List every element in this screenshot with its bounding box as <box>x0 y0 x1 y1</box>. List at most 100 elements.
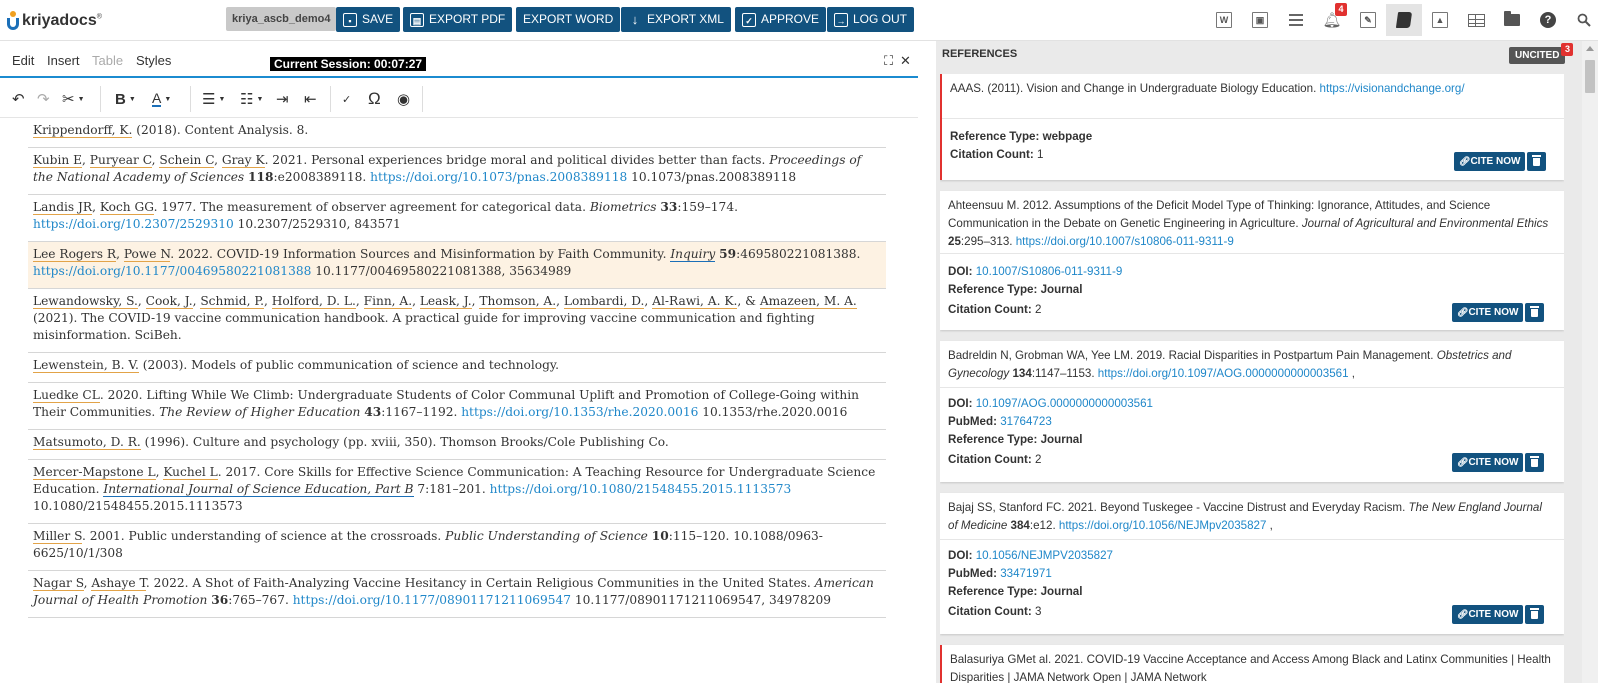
reference-card[interactable]: Badreldin N, Grobman WA, Yee LM. 2019. R… <box>940 341 1564 482</box>
menu-edit[interactable]: Edit <box>12 53 34 68</box>
card-doi: DOI: 10.1007/S10806-011-9311-9 <box>948 263 1122 281</box>
reference-entry[interactable]: Nagar S, Ashaye T. 2022. A Shot of Faith… <box>28 571 886 618</box>
menu-styles[interactable]: Styles <box>136 53 171 68</box>
references-scrollbar[interactable] <box>1582 41 1598 683</box>
doi-link[interactable]: https://doi.org/10.1007/s10806-011-9311-… <box>1016 235 1234 248</box>
bold-icon[interactable]: B ▼ <box>115 89 136 109</box>
doi-link[interactable]: https://doi.org/10.1056/NEJMpv2035827 <box>1059 519 1267 532</box>
card-reference-type-label: Reference Type: <box>948 433 1038 446</box>
close-icon[interactable]: ✕ <box>900 53 911 69</box>
reference-entry[interactable]: Mercer-Mapstone L, Kuchel L. 2017. Core … <box>28 460 886 524</box>
citation-text: 10.1353/rhe.2020.0016 <box>698 405 848 419</box>
indent-icon[interactable]: ⇥ <box>276 89 289 109</box>
help-icon[interactable]: ? <box>1530 8 1566 32</box>
card-citation-count: Citation Count: 1 <box>950 146 1043 164</box>
card-citation-count: Citation Count: 2 <box>948 451 1041 469</box>
doi-link[interactable]: https://doi.org/10.2307/2529310 <box>33 217 234 231</box>
scrollbar-thumb[interactable] <box>1585 60 1595 93</box>
font-color-icon[interactable]: A ▼ <box>152 89 171 109</box>
author-name: Cook, J. <box>145 294 193 309</box>
cite-now-label: CITE NOW <box>1468 609 1519 620</box>
preview-eye-icon[interactable]: ◉ <box>397 89 410 109</box>
special-character-icon[interactable]: Ω <box>368 89 381 109</box>
references-book-icon[interactable] <box>1386 4 1422 36</box>
card-pubmed-value[interactable]: 33471971 <box>1000 567 1052 580</box>
reference-cards-list: AAAS. (2011). Vision and Change in Under… <box>940 74 1564 683</box>
reference-entry[interactable]: Lee Rogers R, Powe N. 2022. COVID-19 Inf… <box>28 242 886 289</box>
author-name: Landis JR <box>33 200 93 215</box>
doi-link[interactable]: https://doi.org/10.1073/pnas.2008389118 <box>370 170 627 184</box>
outdent-icon[interactable]: ⇤ <box>304 89 317 109</box>
citation-text: . 2001. Public understanding of science … <box>82 529 446 543</box>
cut-icon[interactable]: ✂ ▼ <box>62 89 85 109</box>
kriyadocs-logo[interactable]: kriyadocs® <box>6 10 102 32</box>
fullscreen-icon[interactable]: ⛶ <box>884 53 893 69</box>
delete-reference-button[interactable] <box>1525 303 1544 322</box>
bullet-list-icon[interactable]: ☰ ▼ <box>202 89 225 109</box>
redo-icon[interactable]: ↷ <box>37 89 50 109</box>
uncited-filter-button[interactable]: UNCITED 3 <box>1509 43 1574 64</box>
search-icon[interactable] <box>1566 8 1598 32</box>
logout-button[interactable]: → LOG OUT <box>827 7 915 32</box>
reference-entry[interactable]: Matsumoto, D. R. (1996). Culture and psy… <box>28 430 886 460</box>
doi-link[interactable]: https://doi.org/10.1097/AOG.000000000000… <box>1098 367 1349 380</box>
doi-link[interactable]: https://doi.org/10.1353/rhe.2020.0016 <box>461 405 698 419</box>
save-icon: ▪ <box>343 12 357 27</box>
delete-reference-button[interactable] <box>1527 152 1546 171</box>
undo-icon[interactable]: ↶ <box>12 89 25 109</box>
reference-entry[interactable]: Miller S. 2001. Public understanding of … <box>28 524 886 571</box>
citation-text: , <box>137 294 146 308</box>
spellcheck-icon[interactable]: ✓ <box>342 89 351 109</box>
reference-entry[interactable]: Lewandowsky, S., Cook, J., Schmid, P., H… <box>28 289 886 353</box>
card-citation-count: Citation Count: 3 <box>948 603 1041 621</box>
delete-reference-button[interactable] <box>1525 605 1544 624</box>
reference-card[interactable]: Ahteensuu M. 2012. Assumptions of the De… <box>940 191 1564 330</box>
doi-link[interactable]: https://doi.org/10.1177/0046958022108138… <box>33 264 311 278</box>
card-reference-type-value: webpage <box>1042 130 1093 143</box>
card-doi-value[interactable]: 10.1056/NEJMPV2035827 <box>976 549 1113 562</box>
doi-link[interactable]: https://visionandchange.org/ <box>1320 82 1465 95</box>
edit-notes-icon[interactable]: ✎ <box>1350 8 1386 32</box>
uncited-label: UNCITED <box>1515 50 1560 61</box>
word-doc-icon[interactable]: W <box>1206 8 1242 32</box>
delete-reference-button[interactable] <box>1525 453 1544 472</box>
cite-now-button[interactable]: 🔗︎CITE NOW <box>1452 303 1524 322</box>
menu-table[interactable]: Table <box>92 53 123 68</box>
numbered-list-icon[interactable]: ☷ ▼ <box>240 89 263 109</box>
app-root: kriyadocs® kriya_ascb_demo4 ▪ SAVE ▤ EXPOR… <box>0 0 1598 683</box>
cite-now-button[interactable]: 🔗︎CITE NOW <box>1452 453 1524 472</box>
export-pdf-button[interactable]: ▤ EXPORT PDF <box>403 7 513 32</box>
card-pubmed-value[interactable]: 31764723 <box>1000 415 1052 428</box>
approve-button[interactable]: ✓ APPROVE <box>735 7 827 32</box>
menu-insert[interactable]: Insert <box>47 53 80 68</box>
save-button[interactable]: ▪ SAVE <box>336 7 401 32</box>
reference-card[interactable]: Balasuriya GMet al. 2021. COVID-19 Vacci… <box>940 645 1564 683</box>
card-doi-value[interactable]: 10.1097/AOG.0000000000003561 <box>976 397 1153 410</box>
citation-text: , <box>556 294 564 308</box>
scroll-up-icon[interactable] <box>1586 46 1594 51</box>
tables-grid-icon[interactable] <box>1458 8 1494 32</box>
export-word-button[interactable]: EXPORT WORD <box>516 7 621 32</box>
folder-icon[interactable] <box>1494 8 1530 32</box>
figures-image-icon[interactable]: ▲ <box>1422 8 1458 32</box>
list-icon[interactable] <box>1278 8 1314 32</box>
image-doc-icon[interactable]: ▣ <box>1242 8 1278 32</box>
citation-text: Badreldin N, Grobman WA, Yee LM. 2019. R… <box>948 349 1437 362</box>
doi-link[interactable]: https://doi.org/10.1080/21548455.2015.11… <box>490 482 792 496</box>
card-doi-value[interactable]: 10.1007/S10806-011-9311-9 <box>976 265 1123 278</box>
cite-now-button[interactable]: 🔗︎CITE NOW <box>1454 152 1526 171</box>
reference-list-document[interactable]: Krippendorff, K. (2018). Content Analysi… <box>28 118 886 683</box>
reference-entry[interactable]: Krippendorff, K. (2018). Content Analysi… <box>28 118 886 148</box>
export-xml-button[interactable]: ↓ EXPORT XML <box>621 7 731 32</box>
reference-card[interactable]: Bajaj SS, Stanford FC. 2021. Beyond Tusk… <box>940 493 1564 634</box>
reference-entry[interactable]: Kubin E, Puryear C, Schein C, Gray K. 20… <box>28 148 886 195</box>
notification-bell-icon[interactable]: 🔔︎ 4 <box>1314 3 1350 32</box>
citation-text: , <box>214 153 222 167</box>
reference-entry[interactable]: Landis JR, Koch GG. 1977. The measuremen… <box>28 195 886 242</box>
reference-card[interactable]: AAAS. (2011). Vision and Change in Under… <box>940 74 1564 180</box>
reference-entry[interactable]: Luedke CL. 2020. Lifting While We Climb:… <box>28 383 886 430</box>
logo-mark-icon <box>6 11 20 31</box>
cite-now-button[interactable]: 🔗︎CITE NOW <box>1452 605 1524 624</box>
reference-entry[interactable]: Lewenstein, B. V. (2003). Models of publ… <box>28 353 886 383</box>
doi-link[interactable]: https://doi.org/10.1177/0890117121106954… <box>293 593 571 607</box>
